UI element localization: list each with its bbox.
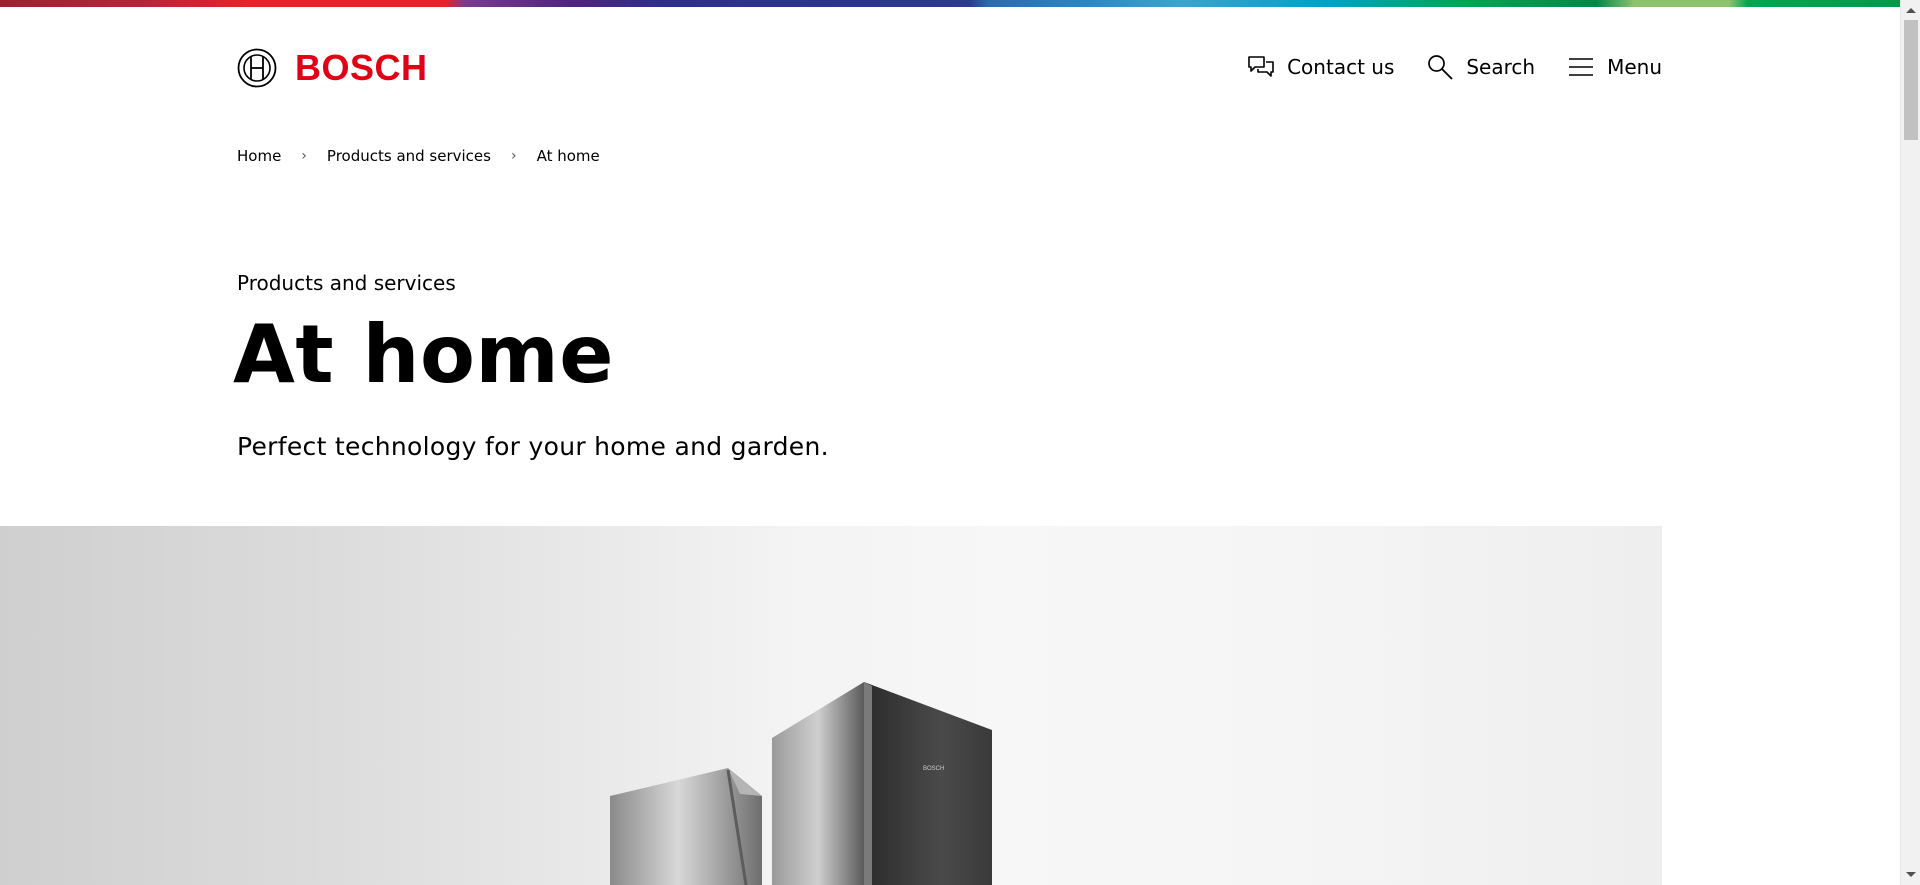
page-title: At home (233, 308, 615, 401)
contact-us-label: Contact us (1287, 55, 1395, 79)
bosch-logo[interactable]: BOSCH (237, 47, 428, 89)
search-button[interactable]: Search (1426, 53, 1535, 81)
scroll-down-icon[interactable] (1906, 872, 1916, 877)
hamburger-menu-icon (1569, 58, 1594, 76)
supergraphic-bar (0, 0, 1900, 7)
menu-button[interactable]: Menu (1567, 53, 1662, 81)
hero-image: BOSCH (0, 526, 1662, 885)
home-appliances-illustration: BOSCH (610, 682, 992, 885)
brand-wordmark: BOSCH (295, 47, 428, 88)
page-lead-text: Perfect technology for your home and gar… (237, 432, 829, 461)
page-scrollbar[interactable] (1900, 0, 1920, 885)
search-icon (1428, 55, 1454, 80)
chat-bubbles-icon (1248, 56, 1274, 77)
menu-label: Menu (1607, 55, 1662, 79)
scrollbar-thumb[interactable] (1904, 20, 1918, 140)
page-eyebrow: Products and services (237, 271, 456, 295)
bosch-armature-icon (237, 48, 277, 88)
search-label: Search (1466, 55, 1536, 79)
chevron-right-icon: › (510, 148, 517, 164)
device-brand-label: BOSCH (923, 766, 944, 772)
chevron-right-icon: › (301, 148, 307, 164)
header-nav: Contact us Search Menu (1247, 53, 1662, 81)
breadcrumb-at-home: At home (536, 147, 600, 165)
breadcrumb-products-and-services[interactable]: Products and services (327, 147, 491, 165)
scroll-up-icon[interactable] (1906, 8, 1916, 13)
contact-us-button[interactable]: Contact us (1247, 53, 1394, 81)
breadcrumb-home[interactable]: Home (237, 147, 281, 165)
site-header: BOSCH Contact us Search Menu (0, 7, 1900, 127)
breadcrumb: Home › Products and services › At home (237, 147, 600, 165)
